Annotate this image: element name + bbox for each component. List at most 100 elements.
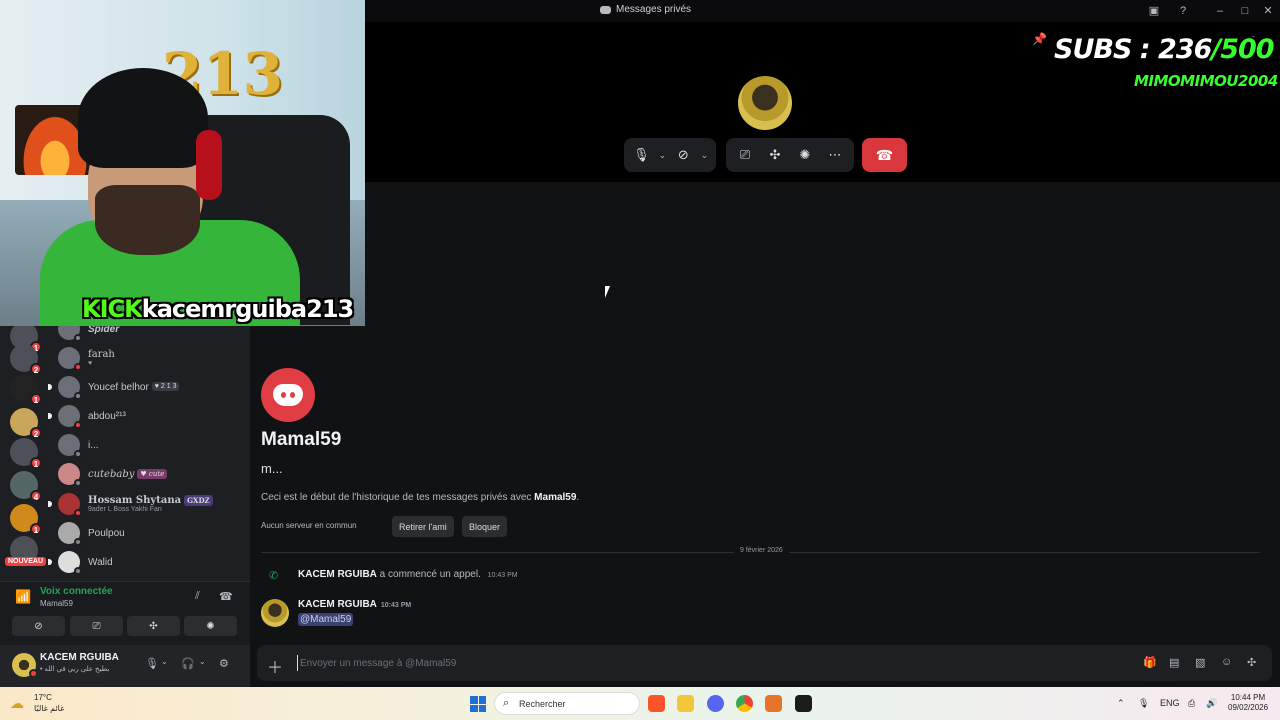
file-explorer-icon[interactable] [677,695,694,712]
status-indicator [74,567,82,575]
intro-desc-prefix: Ceci est le début de l'historique de tes… [261,492,535,503]
system-message-text: a commencé un appel. [376,569,481,580]
app-icon[interactable] [765,695,782,712]
subs-username: MIMOMIMOU2004 [1134,72,1278,90]
intro-description: Ceci est le début de l'historique de tes… [261,492,579,503]
gif-icon[interactable]: ▤ [1169,656,1179,669]
add-attachment-icon[interactable]: ＋ [267,654,283,678]
call-participant-avatar[interactable] [738,76,792,130]
soundboard-icon[interactable]: ✺ [792,142,818,168]
message-time: 10:43 PM [380,602,412,609]
system-call-message: KACEM RGUIBA a commencé un appel. 10:43 … [298,569,518,580]
dm-tag: ♥ cute [137,469,168,479]
server-icon[interactable]: 1 [10,504,42,535]
apps-icon[interactable]: ✣ [1247,656,1256,669]
mic-options-chevron-icon[interactable]: ⌄ [161,657,168,666]
more-options-icon[interactable]: ⋯ [822,142,848,168]
help-icon[interactable]: ? [1175,3,1191,19]
taskbar-search[interactable]: ⌕ Rechercher [494,692,640,715]
screen-share-icon[interactable]: ⎚ [732,142,758,168]
dm-item[interactable]: Poulpou [58,519,248,547]
date-divider-text: 9 février 2026 [734,547,789,554]
dm-item[interactable]: i... [58,431,248,459]
start-button[interactable] [470,696,486,712]
sticker-icon[interactable]: ▧ [1195,656,1205,669]
recipient-avatar[interactable] [261,368,315,422]
server-icon[interactable]: 2 [10,408,42,439]
server-icon[interactable]: 1 [10,374,42,405]
window-title-text: Messages privés [616,4,692,15]
maximize-icon[interactable]: □ [1237,3,1253,19]
dm-item[interactable]: farah ♥ [58,344,248,372]
message-author-avatar[interactable] [261,599,289,627]
dm-item[interactable]: Hossam Shytana GXDZ 9ader L Boss Yakhi Fan [48,490,248,518]
minimize-icon[interactable]: – [1212,3,1228,19]
microphone-icon[interactable]: 🎙 [145,657,159,670]
settings-gear-icon[interactable]: ⚙ [219,657,229,670]
taskbar: ☁ 17°C غائم غالبًا ⌕ Rechercher ⌃ 🎙 ENG … [0,687,1280,720]
dm-item[interactable]: cutebaby ♥ cute [58,460,248,488]
inbox-icon[interactable]: ▣ [1146,3,1162,19]
app-icon[interactable] [795,695,812,712]
remove-friend-button[interactable]: Retirer l'ami [392,516,454,537]
server-icon[interactable]: 2 [10,344,42,375]
camera-options-chevron-icon[interactable]: ⌄ [699,150,710,161]
network-icon[interactable]: ⎙ [1188,698,1195,709]
block-button[interactable]: Bloquer [462,516,508,537]
disconnect-call-button[interactable]: ☎ [862,138,907,172]
server-icon[interactable]: 1 [10,438,42,469]
chevron-up-icon[interactable]: ⌃ [1117,698,1125,709]
voice-channel[interactable]: Mamal59 [40,599,73,608]
dm-name: Hossam Shytana [88,495,182,506]
camera-toggle-button[interactable]: ⊘ [12,616,65,636]
brave-browser-icon[interactable] [648,695,665,712]
clock[interactable]: 10:44 PM 09/02/2026 [1228,693,1268,713]
message-input[interactable] [297,655,1097,671]
microphone-icon[interactable]: 🎙 [630,142,653,168]
dm-item[interactable]: Youcef belhor ♥ 2 1 3 [48,373,248,401]
user-panel: KACEM RGUIBA • بطيخ على ربي في الله 🎙 ⌄ … [0,645,250,687]
emoji-icon[interactable]: ☺ [1221,656,1232,668]
camera-off-icon[interactable]: ⊘ [672,142,695,168]
phone-call-icon: ✆ [269,570,279,582]
kick-username: kacemrguiba213 [141,295,354,323]
discord-app-icon[interactable] [707,695,724,712]
language-indicator[interactable]: ENG [1160,698,1180,708]
unread-indicator [48,384,52,390]
status-indicator [74,363,82,371]
dm-item[interactable]: Walid [48,548,248,576]
server-icon[interactable]: 4 [10,471,42,502]
search-icon: ⌕ [503,697,510,709]
discord-logo-icon [273,384,303,406]
intro-desc-name: Mamal59 [534,492,577,503]
close-icon[interactable]: ✕ [1260,3,1276,19]
audio-options-chevron-icon[interactable]: ⌄ [199,657,206,666]
system-message-author[interactable]: KACEM RGUIBA [298,569,377,580]
gift-icon[interactable]: 🎁 [1143,656,1157,669]
unread-indicator [48,501,52,507]
user-name[interactable]: KACEM RGUIBA [40,652,119,663]
mic-options-chevron-icon[interactable]: ⌄ [657,150,668,161]
microphone-icon[interactable]: 🎙 [1138,698,1149,709]
activities-icon[interactable]: ✣ [762,142,788,168]
dm-item[interactable]: abdou²¹³ [48,402,248,430]
soundboard-button[interactable]: ✺ [184,616,237,636]
server-badge: 1 [30,457,42,469]
activities-button[interactable]: ✣ [127,616,180,636]
status-indicator [74,421,82,429]
server-badge: 1 [30,523,42,535]
headphones-icon[interactable]: 🎧 [181,657,195,670]
voice-status[interactable]: Voix connectée [40,586,113,597]
audio-video-controls: 🎙 ⌄ ⊘ ⌄ [624,138,716,172]
disconnect-icon[interactable]: ☎ [219,590,233,603]
chrome-icon[interactable] [736,695,753,712]
volume-icon[interactable]: 🔊 [1206,698,1217,709]
message-author[interactable]: KACEM RGUIBA [298,599,377,610]
screen-share-button[interactable]: ⎚ [70,616,123,636]
clock-date: 09/02/2026 [1228,703,1269,712]
signal-icon: 📶 [15,589,32,604]
pin-icon[interactable]: 📌 [1032,32,1047,46]
status-indicator [74,392,82,400]
user-mention[interactable]: @Mamal59 [298,613,354,626]
noise-suppression-icon[interactable]: ⫽ [195,590,200,603]
